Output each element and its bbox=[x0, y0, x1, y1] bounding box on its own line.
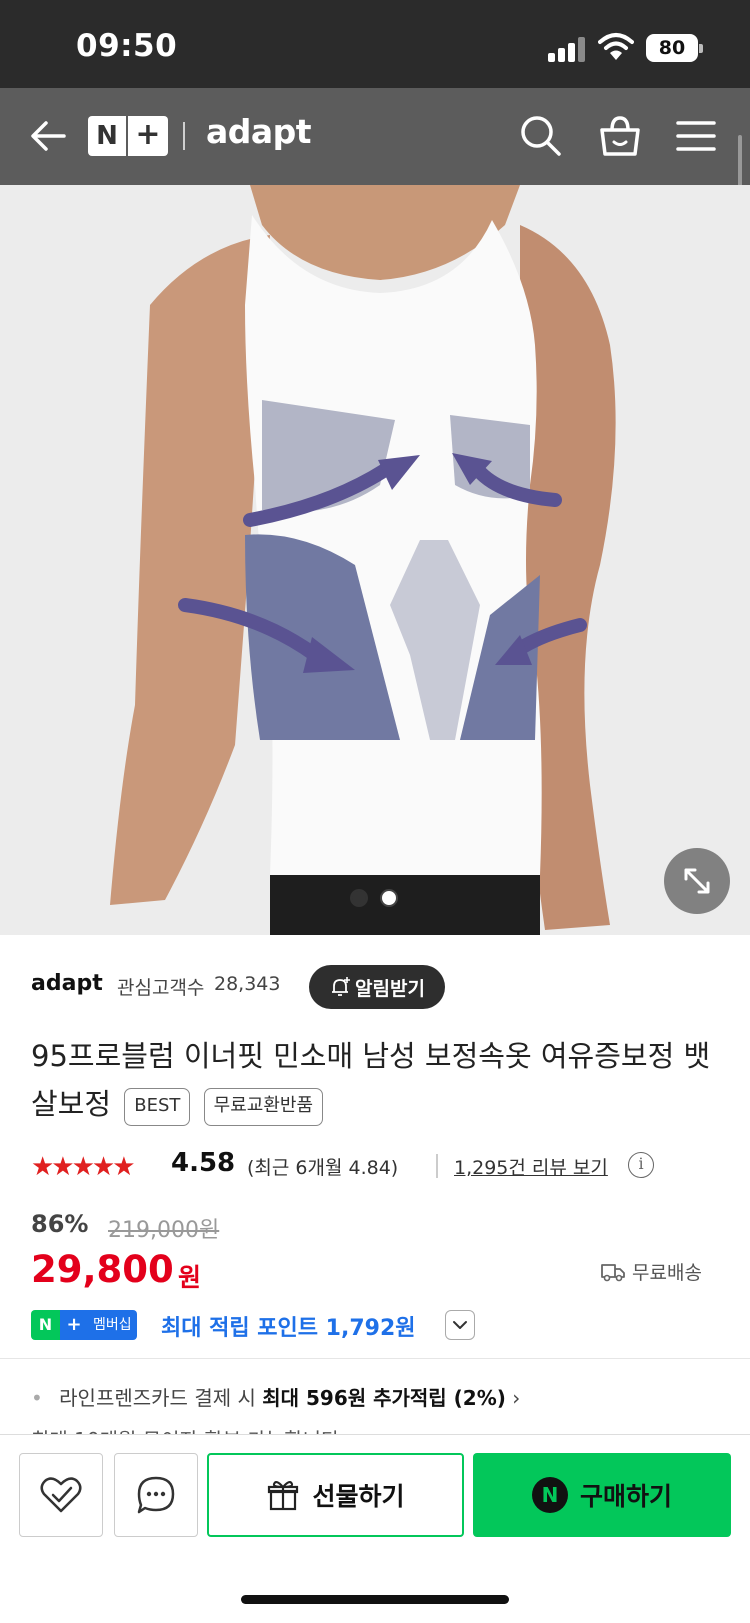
buy-button[interactable]: N 구매하기 bbox=[473, 1453, 731, 1537]
expand-image-button[interactable] bbox=[664, 848, 730, 914]
rating-row: ★★★★★ 4.58 (최근 6개월 4.84) 1,295건 리뷰 보기 i bbox=[31, 1146, 731, 1186]
home-indicator[interactable] bbox=[241, 1595, 509, 1604]
naver-plus-logo[interactable]: N + bbox=[88, 116, 168, 156]
nav-divider bbox=[183, 122, 185, 150]
gift-label: 선물하기 bbox=[312, 1482, 405, 1511]
membership-points-row[interactable]: N + 멤버십 최대 적립 포인트 1,792원 bbox=[31, 1310, 731, 1341]
nplus-n: N bbox=[88, 116, 128, 156]
tag-best: BEST bbox=[124, 1088, 191, 1126]
nplus-plus: + bbox=[135, 117, 161, 152]
membership-plus: + bbox=[60, 1310, 88, 1340]
expand-arrows-icon bbox=[684, 868, 710, 894]
chat-bubble-icon bbox=[137, 1476, 175, 1514]
store-info-row: adapt 관심고객수 28,343 알림받기 bbox=[31, 965, 721, 1009]
benefit-prefix: 라인프렌즈카드 결제 시 bbox=[59, 1386, 256, 1410]
carousel-dot-active[interactable] bbox=[350, 889, 368, 907]
max-points: 최대 적립 포인트 1,792원 bbox=[161, 1316, 416, 1341]
star-rating-icon: ★★★★★ bbox=[31, 1152, 136, 1182]
gift-box-icon bbox=[268, 1481, 299, 1511]
buy-label: 구매하기 bbox=[579, 1482, 672, 1511]
recent-rating: (최근 6개월 4.84) bbox=[247, 1157, 399, 1179]
bullet-dot: • bbox=[31, 1386, 43, 1410]
discount-rate: 86% bbox=[31, 1210, 89, 1238]
section-divider bbox=[0, 1358, 750, 1359]
back-arrow-icon[interactable] bbox=[26, 114, 70, 158]
gift-button[interactable]: 선물하기 bbox=[207, 1453, 464, 1537]
signal-icon bbox=[548, 36, 588, 62]
original-price: 219,000원 bbox=[108, 1218, 220, 1243]
membership-label: 멤버십 bbox=[88, 1310, 137, 1340]
battery-indicator: 80 bbox=[646, 34, 703, 62]
points-expand-button[interactable] bbox=[445, 1310, 475, 1340]
card-benefit-row[interactable]: • 라인프렌즈카드 결제 시 최대 596원 추가적립 (2%) › bbox=[31, 1382, 520, 1411]
hamburger-menu-icon[interactable] bbox=[670, 110, 722, 162]
rating-score: 4.58 bbox=[171, 1148, 236, 1178]
tag-free-return: 무료교환반품 bbox=[203, 1088, 323, 1126]
status-time: 09:50 bbox=[76, 28, 178, 64]
rating-divider bbox=[436, 1154, 438, 1178]
free-shipping-label: 무료배송 bbox=[632, 1262, 702, 1284]
membership-n: N bbox=[31, 1310, 60, 1340]
free-shipping: 무료배송 bbox=[600, 1258, 702, 1285]
watchers-count: 28,343 bbox=[214, 973, 281, 995]
brand-logo[interactable]: adapt bbox=[206, 112, 312, 151]
notify-button[interactable]: 알림받기 bbox=[309, 965, 445, 1009]
product-photo bbox=[0, 185, 750, 935]
delivery-truck-icon bbox=[601, 1263, 625, 1281]
carousel-pagination bbox=[350, 889, 398, 907]
notify-label: 알림받기 bbox=[355, 977, 425, 1000]
price-unit: 원 bbox=[178, 1263, 202, 1292]
top-navbar: N + adapt bbox=[0, 88, 750, 185]
npay-icon: N bbox=[531, 1477, 568, 1513]
heart-check-icon bbox=[40, 1477, 82, 1513]
watchers-label: 관심고객수 bbox=[117, 977, 205, 999]
membership-badge: N + 멤버십 bbox=[31, 1310, 137, 1340]
shopping-basket-icon[interactable] bbox=[594, 110, 646, 162]
product-image-carousel[interactable] bbox=[0, 185, 750, 935]
info-icon[interactable]: i bbox=[628, 1152, 654, 1178]
status-bar: 09:50 80 bbox=[0, 0, 750, 88]
search-icon[interactable] bbox=[515, 110, 567, 162]
store-name-link[interactable]: adapt bbox=[31, 971, 103, 996]
reviews-link[interactable]: 1,295건 리뷰 보기 bbox=[454, 1153, 608, 1180]
sale-price: 29,800 bbox=[31, 1248, 174, 1291]
chevron-down-icon bbox=[453, 1321, 467, 1329]
talk-button[interactable] bbox=[114, 1453, 198, 1537]
wifi-icon bbox=[598, 33, 634, 60]
bell-plus-icon bbox=[332, 977, 351, 996]
wishlist-button[interactable] bbox=[19, 1453, 103, 1537]
chevron-right-icon: › bbox=[512, 1386, 521, 1410]
benefit-amount: 최대 596원 추가적립 (2%) bbox=[262, 1386, 506, 1410]
carousel-dot[interactable] bbox=[380, 889, 398, 907]
product-title: 95프로블럼 이너핏 민소매 남성 보정속옷 여유증보정 뱃살보정 BEST 무… bbox=[31, 1032, 721, 1128]
bottom-action-bar: 선물하기 N 구매하기 bbox=[0, 1434, 750, 1623]
